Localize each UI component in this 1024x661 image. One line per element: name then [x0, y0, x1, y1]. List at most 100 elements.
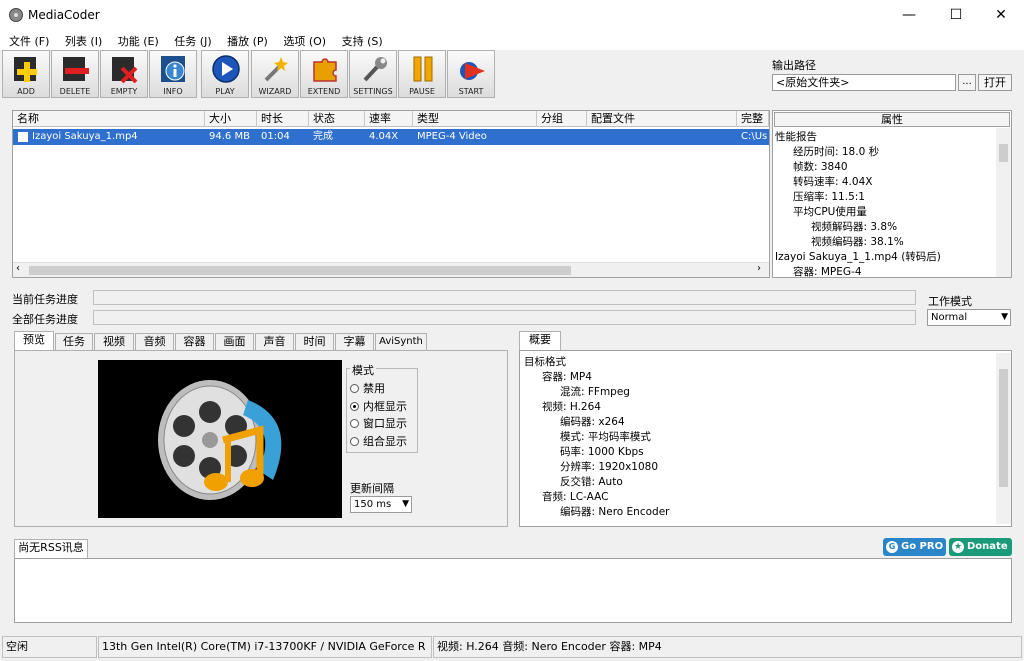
- column-duration[interactable]: 时长: [257, 111, 309, 127]
- tab-summary[interactable]: 概要: [519, 331, 561, 350]
- table-row[interactable]: Izayoi Sakuya_1.mp4 94.6 MB 01:04 完成 4.0…: [13, 129, 769, 145]
- properties-header: 属性: [774, 112, 1010, 127]
- tab-task[interactable]: 任务: [55, 333, 93, 350]
- minimize-button[interactable]: —: [886, 0, 932, 30]
- maximize-button[interactable]: ☐: [933, 0, 979, 30]
- tab-picture[interactable]: 画面: [215, 333, 254, 350]
- menu-list[interactable]: 列表 (I): [59, 30, 108, 52]
- add-icon: [14, 57, 37, 82]
- wizard-button[interactable]: WIZARD: [251, 50, 299, 98]
- tab-sound[interactable]: 声音: [255, 333, 294, 350]
- radio-combined[interactable]: 组合显示: [350, 433, 407, 449]
- donate-button[interactable]: ★ Donate: [949, 538, 1012, 556]
- tree-item[interactable]: 视频: H.264: [542, 400, 601, 415]
- tree-item[interactable]: 码率: 1000 Kbps: [560, 445, 644, 460]
- pause-button[interactable]: PAUSE: [398, 50, 446, 98]
- update-interval-label: 更新间隔: [350, 482, 394, 495]
- film-reel-music-logo: [158, 380, 282, 500]
- tree-item[interactable]: 反交错: Auto: [560, 475, 623, 490]
- tree-item[interactable]: 经历时间: 18.0 秒: [793, 145, 879, 160]
- tab-rss[interactable]: 尚无RSS讯息: [14, 539, 88, 558]
- tree-item[interactable]: 视频编码器: 38.1%: [811, 235, 904, 250]
- browse-button[interactable]: ...: [958, 74, 976, 91]
- toolbar: ADD DELETE EMPTY INFO PLAY WIZARD EXTEND…: [0, 50, 770, 98]
- status-format: 视频: H.264 音频: Nero Encoder 容器: MP4: [433, 636, 1022, 658]
- work-mode-select[interactable]: Normal ▼: [927, 309, 1011, 326]
- tree-item[interactable]: 编码器: x264: [560, 415, 625, 430]
- horizontal-scrollbar[interactable]: ‹ ›: [13, 262, 769, 277]
- scrollbar-thumb[interactable]: [999, 369, 1008, 487]
- empty-button[interactable]: EMPTY: [100, 50, 148, 98]
- menu-function[interactable]: 功能 (E): [112, 30, 165, 52]
- radio-disable[interactable]: 禁用: [350, 380, 385, 396]
- delete-button[interactable]: DELETE: [51, 50, 99, 98]
- tree-item[interactable]: 目标格式: [524, 355, 566, 370]
- row-checkbox[interactable]: [18, 132, 28, 142]
- scrollbar-thumb[interactable]: [29, 266, 571, 275]
- scrollbar-thumb[interactable]: [999, 144, 1008, 162]
- go-pro-button[interactable]: G Go PRO: [883, 538, 946, 556]
- tree-item[interactable]: 容器: MP4: [542, 370, 592, 385]
- radio-selected-icon: [350, 402, 359, 411]
- tree-item[interactable]: 平均CPU使用量: [793, 205, 867, 220]
- menu-file[interactable]: 文件 (F): [0, 30, 55, 52]
- column-rate[interactable]: 速率: [365, 111, 413, 127]
- column-type[interactable]: 类型: [413, 111, 537, 127]
- extend-puzzle-icon: [313, 58, 337, 82]
- tab-container[interactable]: 容器: [175, 333, 214, 350]
- scroll-right-icon[interactable]: ›: [757, 263, 761, 274]
- play-button[interactable]: PLAY: [201, 50, 249, 98]
- menu-play[interactable]: 播放 (P): [221, 30, 274, 52]
- column-status[interactable]: 状态: [309, 111, 365, 127]
- tab-preview[interactable]: 预览: [14, 331, 54, 350]
- tree-item[interactable]: 编码器: Nero Encoder: [560, 505, 669, 520]
- tree-item[interactable]: 压缩率: 11.5:1: [793, 190, 865, 205]
- summary-scrollbar[interactable]: [996, 353, 1011, 524]
- column-profile[interactable]: 配置文件: [587, 111, 737, 127]
- tab-audio[interactable]: 音频: [135, 333, 174, 350]
- settings-button[interactable]: SETTINGS: [349, 50, 397, 98]
- open-folder-button[interactable]: 打开: [978, 74, 1012, 91]
- tab-avisynth[interactable]: AviSynth: [375, 333, 427, 350]
- radio-inner-frame[interactable]: 内框显示: [350, 398, 407, 414]
- info-button[interactable]: INFO: [149, 50, 197, 98]
- menu-support[interactable]: 支持 (S): [336, 30, 389, 52]
- properties-scrollbar[interactable]: [996, 128, 1011, 277]
- radio-icon: [350, 419, 359, 428]
- row-group: [537, 129, 587, 145]
- properties-panel: 属性 性能报告 经历时间: 18.0 秒 帧数: 3840 转码速率: 4.04…: [772, 110, 1012, 278]
- menu-task[interactable]: 任务 (J): [168, 30, 217, 52]
- start-button[interactable]: START: [447, 50, 495, 98]
- row-profile: [587, 129, 737, 145]
- tree-item[interactable]: 帧数: 3840: [793, 160, 848, 175]
- tree-item[interactable]: 模式: 平均码率模式: [560, 430, 651, 445]
- current-progress-bar: [93, 290, 916, 305]
- output-path-input[interactable]: <原始文件夹>: [772, 74, 956, 91]
- update-interval-select[interactable]: 150 ms ▼: [350, 496, 412, 513]
- empty-icon: [112, 57, 138, 84]
- tree-item[interactable]: 性能报告: [775, 130, 817, 145]
- tree-item[interactable]: 转码速率: 4.04X: [793, 175, 872, 190]
- extend-button[interactable]: EXTEND: [300, 50, 348, 98]
- column-full-path[interactable]: 完整: [737, 111, 769, 127]
- tree-item[interactable]: 混流: FFmpeg: [560, 385, 630, 400]
- tree-item[interactable]: 分辨率: 1920x1080: [560, 460, 658, 475]
- rss-content: [14, 558, 1012, 623]
- tree-item[interactable]: Izayoi Sakuya_1_1.mp4 (转码后): [775, 250, 941, 265]
- close-button[interactable]: ✕: [978, 0, 1024, 30]
- tab-video[interactable]: 视频: [94, 333, 134, 350]
- tab-time[interactable]: 时间: [295, 333, 334, 350]
- radio-window[interactable]: 窗口显示: [350, 415, 407, 431]
- add-button[interactable]: ADD: [2, 50, 50, 98]
- column-name[interactable]: 名称: [13, 111, 205, 127]
- file-list-header: 名称 大小 时长 状态 速率 类型 分组 配置文件 完整: [13, 111, 769, 127]
- column-group[interactable]: 分组: [537, 111, 587, 127]
- tree-item[interactable]: 音频: LC-AAC: [542, 490, 608, 505]
- tab-subtitle[interactable]: 字幕: [335, 333, 374, 350]
- scroll-left-icon[interactable]: ‹: [16, 263, 20, 274]
- menu-options[interactable]: 选项 (O): [277, 30, 332, 52]
- current-progress-label: 当前任务进度: [12, 293, 78, 306]
- tree-item[interactable]: 容器: MPEG-4: [793, 265, 862, 280]
- tree-item[interactable]: 视频解码器: 3.8%: [811, 220, 897, 235]
- column-size[interactable]: 大小: [205, 111, 257, 127]
